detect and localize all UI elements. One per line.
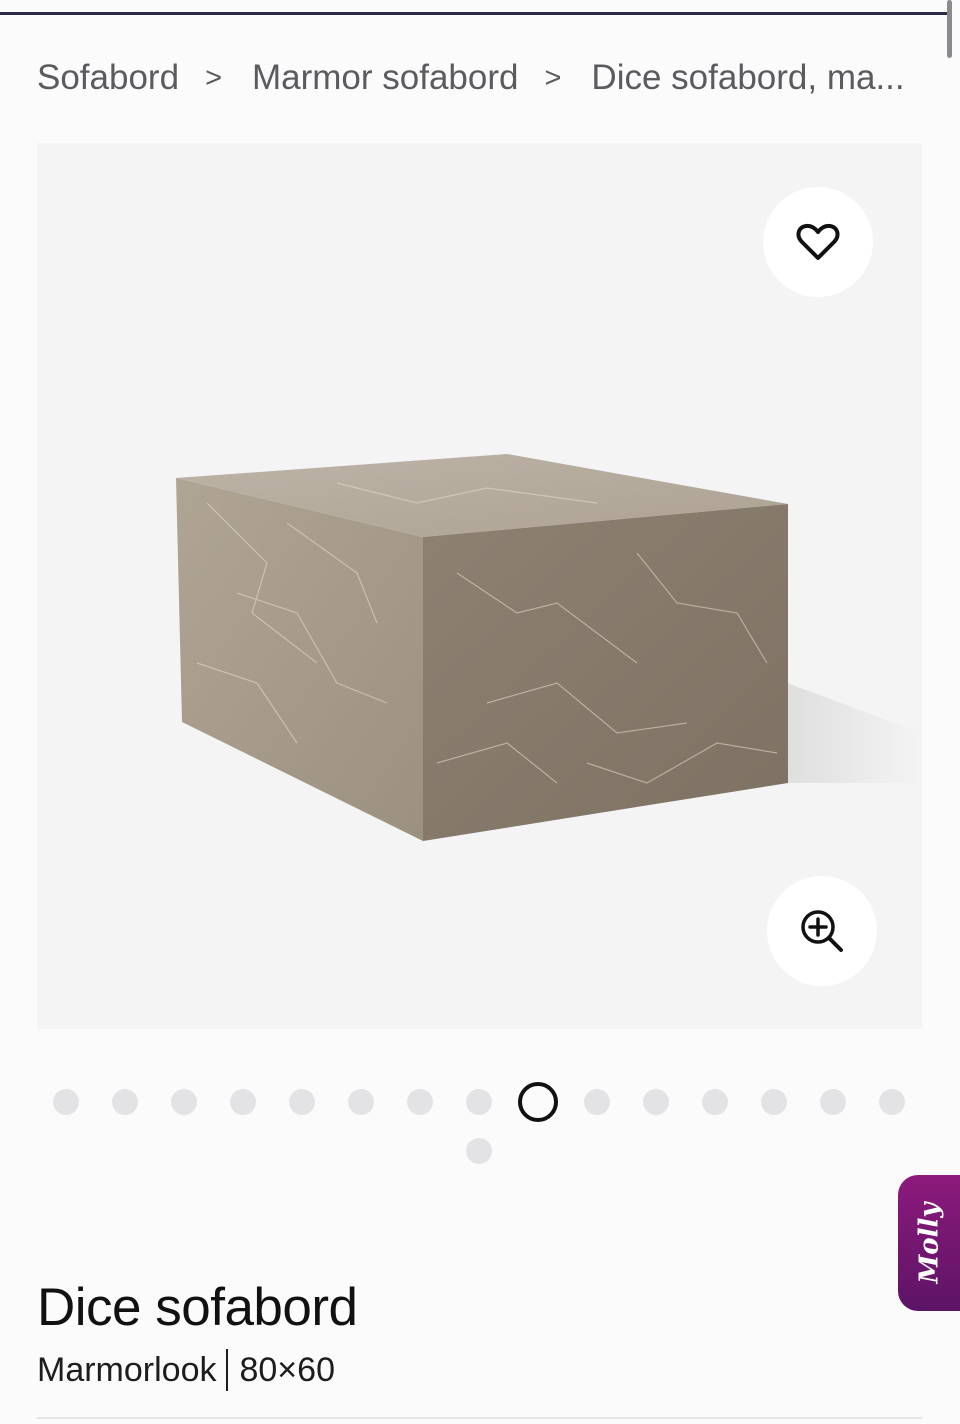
chat-assistant-label: Molly [914,1202,945,1284]
subtitle-divider [226,1349,229,1391]
top-divider [0,12,948,15]
breadcrumb-separator: > [205,61,222,94]
section-divider [37,1417,922,1419]
gallery-dot[interactable] [289,1089,315,1115]
gallery-dot[interactable] [466,1138,492,1164]
breadcrumb-item-marmor-sofabord[interactable]: Marmor sofabord [252,58,518,98]
gallery-dot-active[interactable] [518,1082,558,1122]
breadcrumb: Sofabord > Marmor sofabord > Dice sofabo… [37,58,905,98]
product-title: Dice sofabord [37,1278,358,1337]
breadcrumb-item-sofabord[interactable]: Sofabord [37,58,179,98]
gallery-dot[interactable] [761,1089,787,1115]
gallery-dot[interactable] [466,1089,492,1115]
breadcrumb-separator: > [544,61,562,94]
zoom-button[interactable] [767,876,877,986]
gallery-dot[interactable] [53,1089,79,1115]
product-image-gallery[interactable] [37,143,922,1029]
chat-assistant-button[interactable]: Molly [898,1175,960,1311]
gallery-dot[interactable] [643,1089,669,1115]
gallery-dot[interactable] [171,1089,197,1115]
breadcrumb-item-current: Dice sofabord, ma... [591,58,905,97]
gallery-dot[interactable] [407,1089,433,1115]
scrollbar-thumb[interactable] [947,0,952,58]
gallery-dot[interactable] [702,1089,728,1115]
favorite-button[interactable] [763,187,873,297]
gallery-dot[interactable] [230,1089,256,1115]
zoom-in-icon [801,910,843,952]
heart-icon [796,223,840,260]
gallery-dot[interactable] [584,1089,610,1115]
gallery-dot[interactable] [348,1089,374,1115]
product-material: Marmorlook [37,1350,217,1389]
gallery-dot[interactable] [112,1089,138,1115]
gallery-dot[interactable] [879,1089,905,1115]
product-subtitle: Marmorlook 80×60 [37,1349,335,1391]
product-size: 80×60 [239,1350,335,1389]
gallery-dot[interactable] [820,1089,846,1115]
